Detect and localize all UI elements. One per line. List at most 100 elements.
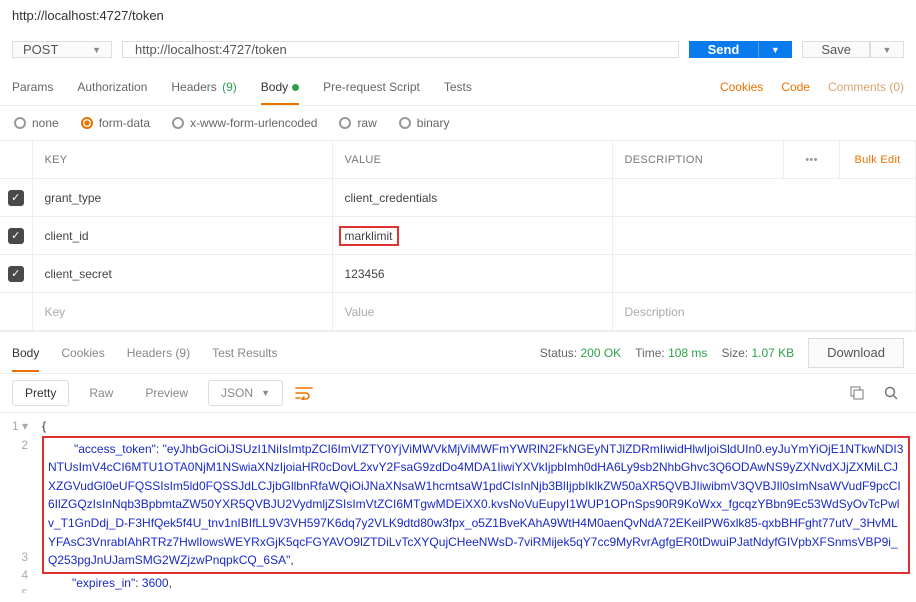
copy-button[interactable]	[844, 380, 870, 406]
value-cell[interactable]: client_credentials	[332, 179, 612, 217]
url-value: http://localhost:4727/token	[135, 42, 287, 57]
resp-headers-count: (9)	[175, 346, 190, 360]
row-checkbox[interactable]: ✓	[8, 228, 24, 244]
tab-body-label: Body	[261, 80, 288, 94]
row-actions-header[interactable]: •••	[784, 141, 840, 179]
chevron-down-icon: ▼	[92, 45, 101, 55]
tab-params[interactable]: Params	[12, 70, 53, 104]
table-row[interactable]: ✓ grant_type client_credentials	[0, 179, 916, 217]
key-placeholder[interactable]: Key	[32, 293, 332, 331]
radio-icon	[172, 117, 184, 129]
resp-tab-cookies[interactable]: Cookies	[61, 334, 104, 372]
resp-tab-body[interactable]: Body	[12, 334, 39, 372]
resp-tab-tests[interactable]: Test Results	[212, 334, 277, 372]
headers-count: (9)	[222, 80, 237, 94]
desc-cell[interactable]	[612, 217, 916, 255]
radio-binary[interactable]: binary	[399, 116, 450, 130]
download-button[interactable]: Download	[808, 338, 904, 368]
radio-form-data[interactable]: form-data	[81, 116, 150, 130]
highlighted-value: marklimit	[339, 226, 399, 246]
radio-binary-label: binary	[417, 116, 450, 130]
radio-icon	[14, 117, 26, 129]
send-options-button[interactable]: ▼	[758, 41, 792, 58]
copy-icon	[850, 386, 864, 400]
save-button[interactable]: Save	[802, 41, 870, 58]
tab-body[interactable]: Body	[261, 70, 299, 104]
key-cell[interactable]: client_id	[32, 217, 332, 255]
time-meta: Time: 108 ms	[635, 346, 707, 360]
url-input[interactable]: http://localhost:4727/token	[122, 41, 679, 58]
desc-cell[interactable]	[612, 179, 916, 217]
value-cell[interactable]: 123456	[332, 255, 612, 293]
form-data-table: KEY VALUE DESCRIPTION ••• Bulk Edit ✓ gr…	[0, 140, 916, 331]
json-key: "access_token"	[74, 442, 156, 456]
row-checkbox[interactable]: ✓	[8, 266, 24, 282]
search-button[interactable]	[878, 380, 904, 406]
tab-headers-label: Headers	[171, 80, 216, 94]
radio-xwww[interactable]: x-www-form-urlencoded	[172, 116, 317, 130]
method-select[interactable]: POST ▼	[12, 41, 112, 58]
table-row[interactable]: ✓ client_id marklimit	[0, 217, 916, 255]
send-button[interactable]: Send	[689, 41, 759, 58]
tab-headers[interactable]: Headers (9)	[171, 70, 236, 104]
chevron-down-icon: ▼	[883, 45, 892, 55]
method-value: POST	[23, 42, 58, 57]
format-select[interactable]: JSON ▼	[208, 380, 283, 406]
bulk-edit-link[interactable]: Bulk Edit	[840, 141, 916, 179]
table-row[interactable]: ✓ client_secret 123456	[0, 255, 916, 293]
radio-icon	[399, 117, 411, 129]
comments-link[interactable]: Comments (0)	[828, 80, 904, 94]
viewer-bar: Pretty Raw Preview JSON ▼	[0, 373, 916, 413]
body-activity-dot-icon	[292, 84, 299, 91]
view-pretty[interactable]: Pretty	[12, 380, 69, 406]
format-value: JSON	[221, 386, 253, 400]
wrap-icon	[295, 386, 313, 400]
status-meta: Status: 200 OK	[540, 346, 621, 360]
check-header	[0, 141, 32, 179]
tab-prerequest[interactable]: Pre-request Script	[323, 70, 420, 104]
tab-authorization[interactable]: Authorization	[77, 70, 147, 104]
save-options-button[interactable]: ▼	[870, 41, 904, 58]
chevron-down-icon: ▼	[771, 45, 780, 55]
table-row-empty[interactable]: Key Value Description	[0, 293, 916, 331]
response-tabs: Body Cookies Headers (9) Test Results St…	[0, 331, 916, 373]
radio-raw[interactable]: raw	[339, 116, 376, 130]
radio-icon	[81, 117, 93, 129]
code-link[interactable]: Code	[781, 80, 810, 94]
row-checkbox[interactable]: ✓	[8, 190, 24, 206]
value-placeholder[interactable]: Value	[332, 293, 612, 331]
cookies-link[interactable]: Cookies	[720, 80, 763, 94]
size-meta: Size: 1.07 KB	[721, 346, 794, 360]
highlighted-token: "access_token": "eyJhbGciOiJSUzI1NiIsImt…	[42, 436, 910, 574]
line-gutter: 1 ▾ 2 3 4 5	[0, 413, 36, 593]
view-raw[interactable]: Raw	[77, 381, 125, 405]
radio-xwww-label: x-www-form-urlencoded	[190, 116, 317, 130]
response-body: 1 ▾ 2 3 4 5 { "access_token": "eyJhbGciO…	[0, 413, 916, 593]
desc-placeholder[interactable]: Description	[612, 293, 916, 331]
resp-tab-headers[interactable]: Headers (9)	[127, 334, 190, 372]
json-key: "expires_in"	[72, 576, 135, 590]
size-value: 1.07 KB	[751, 346, 794, 360]
status-label: Status:	[540, 346, 577, 360]
json-value: "eyJhbGciOiJSUzI1NiIsImtpZCI6ImVlZTY0YjV…	[48, 442, 903, 568]
key-cell[interactable]: grant_type	[32, 179, 332, 217]
key-cell[interactable]: client_secret	[32, 255, 332, 293]
tab-tests[interactable]: Tests	[444, 70, 472, 104]
size-label: Size:	[721, 346, 748, 360]
radio-none[interactable]: none	[14, 116, 59, 130]
save-button-group: Save ▼	[802, 41, 904, 58]
search-icon	[884, 386, 898, 400]
body-type-row: none form-data x-www-form-urlencoded raw…	[0, 106, 916, 140]
table-header-row: KEY VALUE DESCRIPTION ••• Bulk Edit	[0, 141, 916, 179]
radio-formdata-label: form-data	[99, 116, 150, 130]
wrap-toggle-button[interactable]	[291, 380, 317, 406]
code-content[interactable]: { "access_token": "eyJhbGciOiJSUzI1NiIsI…	[36, 413, 916, 593]
breadcrumb: http://localhost:4727/token	[0, 0, 916, 31]
json-value: 3600	[142, 576, 169, 590]
resp-headers-label: Headers	[127, 346, 172, 360]
value-cell[interactable]: marklimit	[332, 217, 612, 255]
desc-cell[interactable]	[612, 255, 916, 293]
key-header: KEY	[32, 141, 332, 179]
chevron-down-icon: ▼	[261, 388, 270, 398]
view-preview[interactable]: Preview	[133, 381, 200, 405]
